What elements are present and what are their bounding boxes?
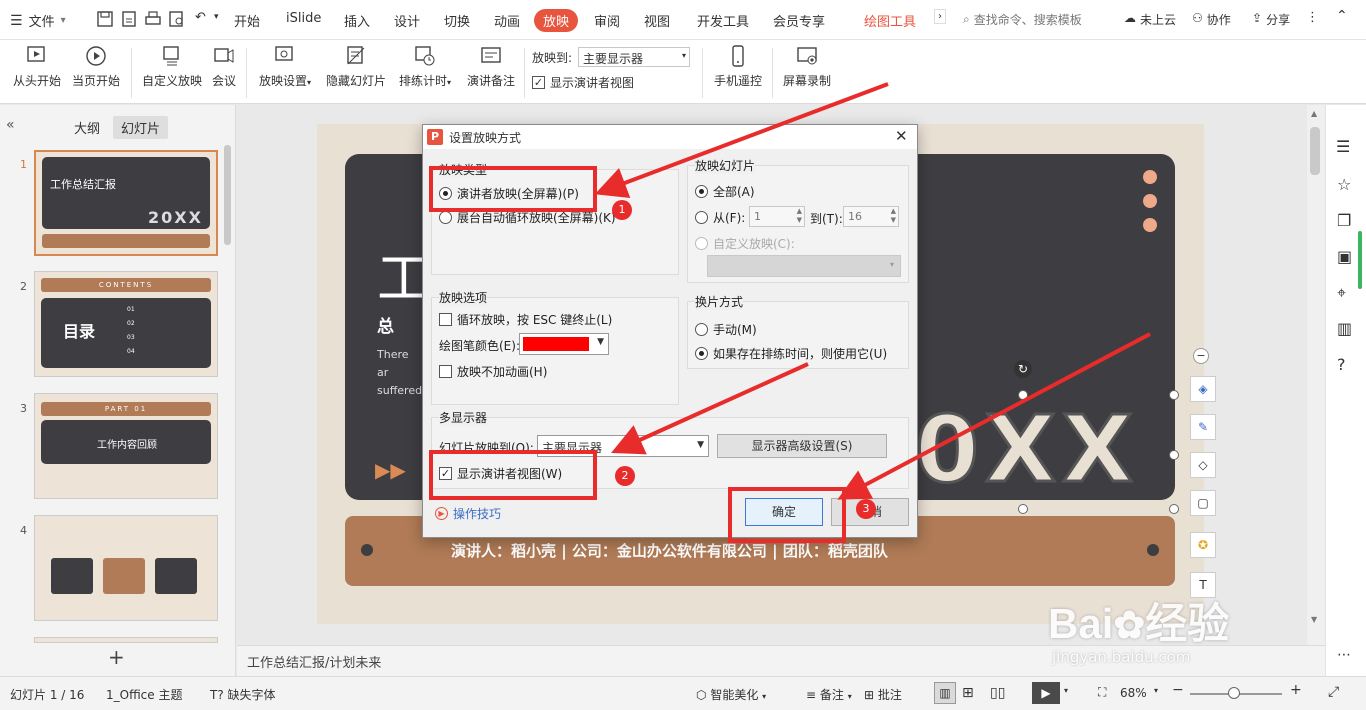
arrow-1 xyxy=(594,82,889,198)
baidu-watermark-url: jingyan.baidu.com xyxy=(1052,648,1191,666)
baidu-watermark: Bai✿经验 xyxy=(1048,600,1230,647)
arrow-3 xyxy=(837,332,1151,500)
arrow-2 xyxy=(611,362,809,455)
paw-icon: ✿ xyxy=(1113,605,1146,647)
